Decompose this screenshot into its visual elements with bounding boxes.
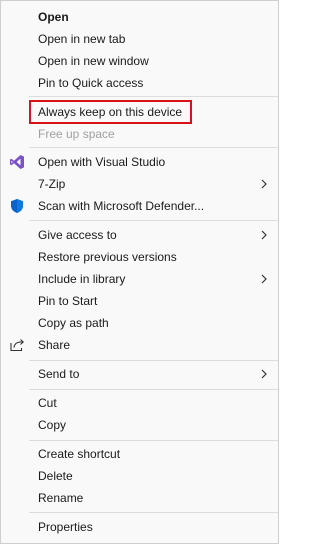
menu-item-pin-to-quick-access[interactable]: Pin to Quick access xyxy=(1,72,278,94)
menu-item-label: Open xyxy=(38,10,69,24)
menu-item-always-keep-on-device[interactable]: Always keep on this device xyxy=(1,101,278,123)
menu-item-create-shortcut[interactable]: Create shortcut xyxy=(1,443,278,465)
menu-item-label: Include in library xyxy=(38,272,126,286)
menu-separator xyxy=(29,220,278,221)
menu-item-restore-previous-versions[interactable]: Restore previous versions xyxy=(1,246,278,268)
menu-item-include-in-library[interactable]: Include in library xyxy=(1,268,278,290)
menu-item-label: Properties xyxy=(38,520,93,534)
menu-item-7-zip[interactable]: 7-Zip xyxy=(1,173,278,195)
menu-item-pin-to-start[interactable]: Pin to Start xyxy=(1,290,278,312)
chevron-right-icon xyxy=(260,273,268,285)
menu-item-label: Always keep on this device xyxy=(38,105,183,119)
chevron-right-icon xyxy=(260,178,268,190)
menu-item-give-access-to[interactable]: Give access to xyxy=(1,224,278,246)
menu-item-label: Create shortcut xyxy=(38,447,121,461)
menu-item-copy-as-path[interactable]: Copy as path xyxy=(1,312,278,334)
menu-item-rename[interactable]: Rename xyxy=(1,487,278,509)
context-menu: Open Open in new tab Open in new window … xyxy=(0,0,279,544)
menu-item-open-with-visual-studio[interactable]: Open with Visual Studio xyxy=(1,151,278,173)
menu-item-label: 7-Zip xyxy=(38,177,66,191)
menu-separator xyxy=(29,389,278,390)
menu-separator xyxy=(29,360,278,361)
menu-item-label: Send to xyxy=(38,367,80,381)
menu-item-delete[interactable]: Delete xyxy=(1,465,278,487)
menu-item-label: Free up space xyxy=(38,127,115,141)
menu-item-open-in-new-window[interactable]: Open in new window xyxy=(1,50,278,72)
menu-separator xyxy=(29,512,278,513)
menu-item-open[interactable]: Open xyxy=(1,6,278,28)
menu-item-label: Give access to xyxy=(38,228,117,242)
share-icon xyxy=(9,337,25,353)
menu-item-scan-with-defender[interactable]: Scan with Microsoft Defender... xyxy=(1,195,278,217)
menu-item-properties[interactable]: Properties xyxy=(1,516,278,538)
chevron-right-icon xyxy=(260,368,268,380)
menu-item-label: Pin to Start xyxy=(38,294,98,308)
visual-studio-icon xyxy=(9,154,25,170)
menu-separator xyxy=(29,147,278,148)
menu-item-label: Delete xyxy=(38,469,73,483)
menu-separator xyxy=(29,440,278,441)
menu-item-label: Copy xyxy=(38,418,67,432)
menu-item-copy[interactable]: Copy xyxy=(1,414,278,436)
menu-item-share[interactable]: Share xyxy=(1,334,278,356)
menu-separator xyxy=(29,96,278,97)
defender-shield-icon xyxy=(9,198,25,214)
menu-item-label: Open with Visual Studio xyxy=(38,155,166,169)
menu-item-label: Share xyxy=(38,338,71,352)
menu-item-free-up-space: Free up space xyxy=(1,123,278,145)
menu-item-label: Rename xyxy=(38,491,84,505)
menu-item-label: Open in new tab xyxy=(38,32,126,46)
menu-item-label: Restore previous versions xyxy=(38,250,177,264)
menu-item-label: Pin to Quick access xyxy=(38,76,144,90)
menu-item-send-to[interactable]: Send to xyxy=(1,363,278,385)
menu-item-label: Cut xyxy=(38,396,57,410)
chevron-right-icon xyxy=(260,229,268,241)
menu-item-label: Copy as path xyxy=(38,316,109,330)
menu-item-cut[interactable]: Cut xyxy=(1,392,278,414)
menu-item-open-in-new-tab[interactable]: Open in new tab xyxy=(1,28,278,50)
menu-item-label: Open in new window xyxy=(38,54,149,68)
menu-item-label: Scan with Microsoft Defender... xyxy=(38,199,205,213)
